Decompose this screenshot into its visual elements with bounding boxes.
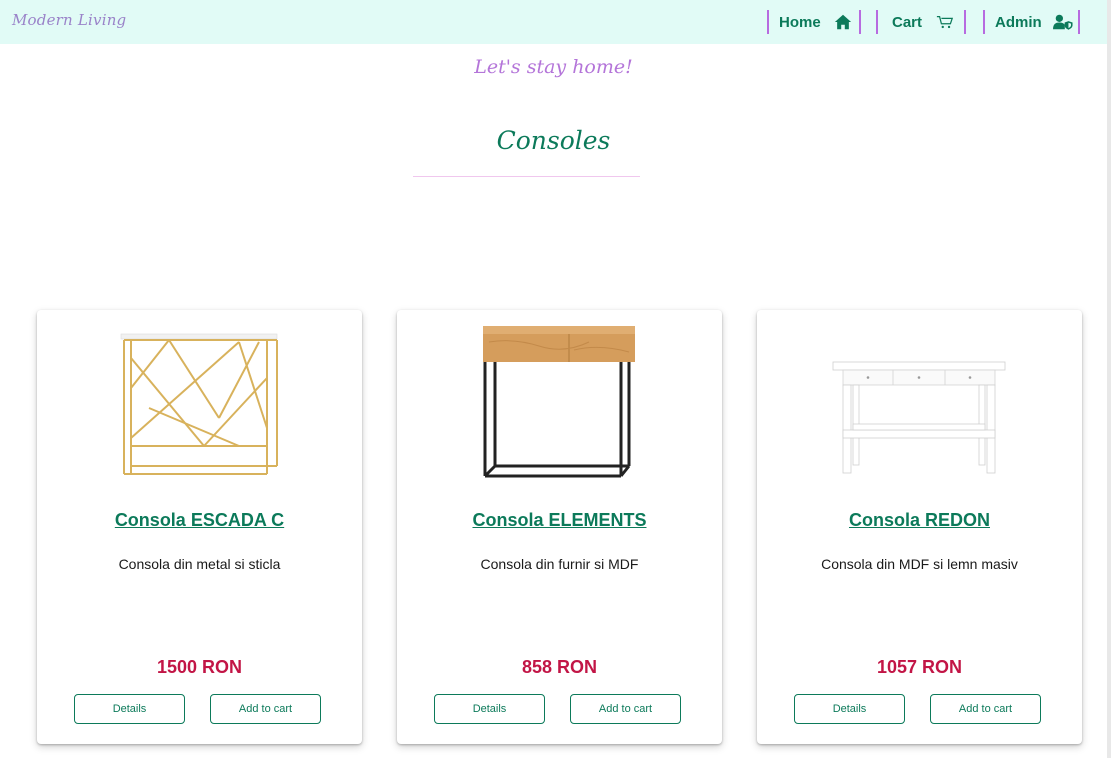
home-icon [834,14,851,30]
nav-admin[interactable]: Admin [983,9,1080,35]
top-navbar: Modern Living Home Cart Admin [0,0,1107,44]
nav-home[interactable]: Home [767,9,861,35]
white-console-with-drawers-image[interactable] [829,318,1009,488]
product-description: Consola din metal si sticla [118,556,281,572]
add-to-cart-button[interactable]: Add to cart [570,694,681,724]
nav-admin-label: Admin [995,13,1042,31]
details-button[interactable]: Details [434,694,545,724]
details-button[interactable]: Details [794,694,905,724]
nav-divider [767,10,769,34]
section-title: Consoles [496,126,611,155]
product-title-link[interactable]: Consola ELEMENTS [397,510,722,531]
scrollbar[interactable] [1107,0,1111,758]
add-to-cart-button[interactable]: Add to cart [210,694,321,724]
nav-divider [876,10,878,34]
product-description: Consola din MDF si lemn masiv [821,556,1018,572]
nav-cart-label: Cart [892,13,923,31]
nav-home-label: Home [779,13,821,31]
title-divider [413,176,640,177]
product-card: Consola REDON Consola din MDF si lemn ma… [757,310,1082,744]
cart-icon [936,15,954,29]
product-title-link[interactable]: Consola REDON [757,510,1082,531]
product-title-link[interactable]: Consola ESCADA C [37,510,362,531]
tagline: Let's stay home! [474,56,633,78]
nav-cart[interactable]: Cart [876,9,967,35]
details-button[interactable]: Details [74,694,185,724]
nav-divider [964,10,967,34]
nav-divider [983,10,985,34]
product-card: Consola ELEMENTS Consola din furnir si M… [397,310,722,744]
nav-divider [858,10,861,34]
add-to-cart-button[interactable]: Add to cart [930,694,1041,724]
product-description: Consola din furnir si MDF [480,556,639,572]
product-price: 1057 RON [876,657,963,677]
product-card: Consola ESCADA C Consola din metal si st… [37,310,362,744]
wood-black-metal-console-image[interactable] [469,318,649,488]
user-shield-icon [1052,14,1073,30]
gold-geometric-console-image[interactable] [109,318,289,488]
nav-divider [1077,10,1080,34]
product-price: 1500 RON [156,657,243,677]
brand-logo[interactable]: Modern Living [12,11,126,29]
product-price: 858 RON [521,657,598,677]
